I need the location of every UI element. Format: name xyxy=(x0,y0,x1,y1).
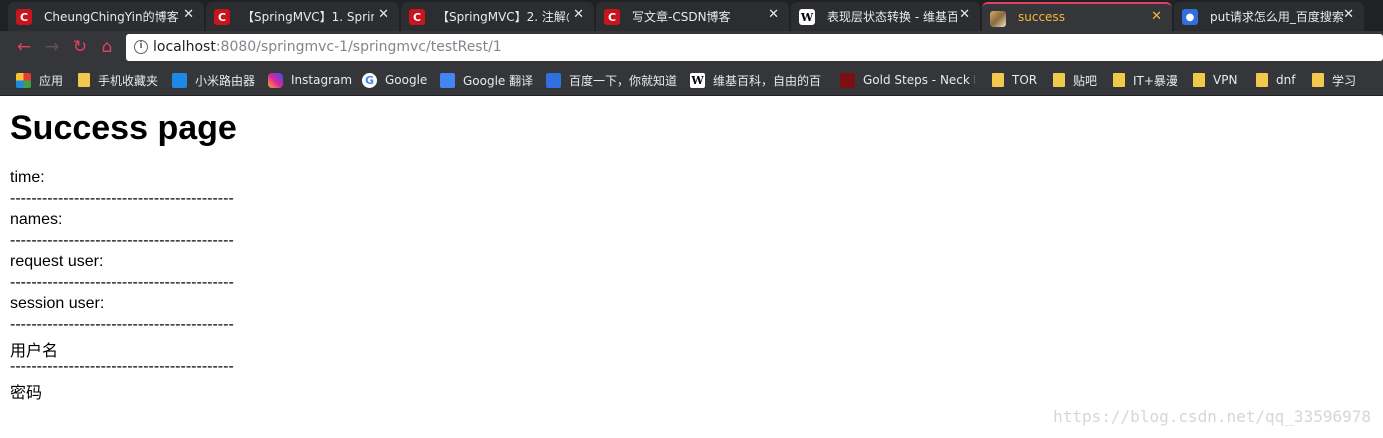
bookmarks-bar: 应用 手机收藏夹 小米路由器 Instagram G Google Google… xyxy=(0,63,1383,96)
info-icon[interactable]: i xyxy=(134,40,148,54)
gold-steps-icon xyxy=(840,72,855,88)
bookmark-wikipedia[interactable]: W 维基百科，自由的百 xyxy=(690,71,821,89)
divider-line: ----------------------------------------… xyxy=(10,232,234,249)
close-icon[interactable]: ✕ xyxy=(959,7,970,22)
bookmark-label: IT+暴漫 xyxy=(1133,73,1178,88)
folder-icon xyxy=(1193,73,1205,87)
bookmark-gold-steps[interactable]: Gold Steps - Neck D xyxy=(840,71,975,89)
bookmark-baidu[interactable]: 百度一下，你就知道 xyxy=(546,71,677,89)
bookmark-label: Instagram xyxy=(291,73,353,87)
close-icon[interactable]: ✕ xyxy=(1343,7,1354,22)
folder-icon xyxy=(1256,73,1268,87)
address-bar[interactable]: i localhost:8080/springmvc-1/springmvc/t… xyxy=(126,34,1383,61)
bookmark-apps[interactable]: 应用 xyxy=(16,71,63,89)
bookmark-study-folder[interactable]: 学习 xyxy=(1312,71,1356,89)
bookmark-label: 小米路由器 xyxy=(195,73,256,88)
csdn-icon: C xyxy=(16,9,32,25)
bookmark-label: dnf xyxy=(1276,73,1296,87)
tab-csdn-write[interactable]: C 写文章-CSDN博客 ✕ xyxy=(596,2,789,31)
url-path: :8080/springmvc-1/springmvc/testRest/1 xyxy=(215,39,502,55)
bookmark-google[interactable]: G Google xyxy=(362,71,427,89)
image-icon xyxy=(990,11,1006,27)
bookmark-instagram[interactable]: Instagram xyxy=(268,71,352,89)
folder-icon xyxy=(78,73,90,87)
bookmark-tieba-folder[interactable]: 贴吧 xyxy=(1053,71,1097,89)
home-icon[interactable]: ⌂ xyxy=(97,37,117,57)
tab-title: CheungChingYin的博客 xyxy=(44,10,179,24)
browser-toolbar: ← → ↻ ⌂ i localhost:8080/springmvc-1/spr… xyxy=(0,31,1383,63)
bookmark-label: Google 翻译 xyxy=(463,73,534,88)
folder-icon xyxy=(992,73,1004,87)
baidu-icon xyxy=(546,72,561,88)
google-icon: G xyxy=(362,72,377,88)
tab-title: put请求怎么用_百度搜索 xyxy=(1210,10,1344,24)
bookmark-xiaomi-router[interactable]: 小米路由器 xyxy=(172,71,255,89)
csdn-icon: C xyxy=(409,9,425,25)
watermark-text: https://blog.csdn.net/qq_33596978 xyxy=(1053,407,1371,426)
instagram-icon xyxy=(268,72,283,88)
bookmark-label: 手机收藏夹 xyxy=(98,73,159,88)
divider-line: ----------------------------------------… xyxy=(10,274,234,291)
tab-springmvc-1[interactable]: C 【SpringMVC】1. Spring ✕ xyxy=(206,2,399,31)
bookmark-dnf-folder[interactable]: dnf xyxy=(1256,71,1295,89)
folder-icon xyxy=(1053,73,1065,87)
close-icon[interactable]: ✕ xyxy=(573,7,584,22)
csdn-icon: C xyxy=(214,9,230,25)
close-icon[interactable]: ✕ xyxy=(768,7,779,22)
wifi-icon xyxy=(172,72,187,88)
tab-title: 写文章-CSDN博客 xyxy=(632,10,731,24)
google-translate-icon xyxy=(440,72,455,88)
tab-success[interactable]: success ✕ xyxy=(982,2,1172,31)
back-arrow-icon[interactable]: ← xyxy=(14,37,34,57)
bookmark-label: 百度一下，你就知道 xyxy=(569,73,678,88)
bookmark-google-translate[interactable]: Google 翻译 xyxy=(440,71,533,89)
folder-icon xyxy=(1312,73,1324,87)
bookmark-mobile-folder[interactable]: 手机收藏夹 xyxy=(78,71,158,89)
bookmark-it-folder[interactable]: IT+暴漫 xyxy=(1113,71,1178,89)
password-label: 密码 xyxy=(10,385,43,402)
tab-wikipedia-rest[interactable]: W 表现层状态转换 - 维基百 ✕ xyxy=(791,2,980,31)
bookmark-label: 学习 xyxy=(1332,73,1357,88)
reload-icon[interactable]: ↻ xyxy=(70,37,90,57)
divider-line: ----------------------------------------… xyxy=(10,316,234,333)
bookmark-tor-folder[interactable]: TOR xyxy=(992,71,1037,89)
url-host: localhost xyxy=(153,39,216,55)
page-content: Success page time: ---------------------… xyxy=(0,97,1383,438)
bookmark-label: TOR xyxy=(1012,73,1038,87)
time-label: time: xyxy=(10,169,45,186)
bookmark-vpn-folder[interactable]: VPN xyxy=(1193,71,1237,89)
close-icon[interactable]: ✕ xyxy=(183,7,194,22)
tab-title: 【SpringMVC】1. Spring xyxy=(242,10,374,24)
wikipedia-icon: W xyxy=(690,72,705,88)
bookmark-label: Gold Steps - Neck D xyxy=(863,73,975,87)
tab-cheungchingyin[interactable]: C CheungChingYin的博客 ✕ xyxy=(8,2,204,31)
divider-line: ----------------------------------------… xyxy=(10,358,234,375)
bookmark-label: VPN xyxy=(1213,73,1238,87)
tab-title: 【SpringMVC】2. 注解@ xyxy=(437,10,569,24)
csdn-icon: C xyxy=(604,9,620,25)
apps-icon xyxy=(16,72,31,88)
names-label: names: xyxy=(10,211,63,228)
divider-line: ----------------------------------------… xyxy=(10,190,234,207)
tab-baidu-put[interactable]: ● put请求怎么用_百度搜索 ✕ xyxy=(1174,2,1364,31)
forward-arrow-icon[interactable]: → xyxy=(42,37,62,57)
request-user-label: request user: xyxy=(10,253,104,270)
tab-title: success xyxy=(1018,10,1065,24)
baidu-icon: ● xyxy=(1182,9,1198,25)
bookmark-label: Google xyxy=(385,73,428,87)
tab-springmvc-2[interactable]: C 【SpringMVC】2. 注解@ ✕ xyxy=(401,2,594,31)
close-icon[interactable]: ✕ xyxy=(1151,9,1162,24)
tab-title: 表现层状态转换 - 维基百 xyxy=(827,10,957,24)
bookmark-label: 维基百科，自由的百 xyxy=(713,73,822,88)
session-user-label: session user: xyxy=(10,295,105,312)
bookmark-label: 应用 xyxy=(39,73,64,88)
page-heading: Success page xyxy=(10,109,237,147)
wikipedia-icon: W xyxy=(799,9,815,25)
folder-icon xyxy=(1113,73,1125,87)
url-text[interactable]: localhost:8080/springmvc-1/springmvc/tes… xyxy=(153,39,502,55)
close-icon[interactable]: ✕ xyxy=(378,7,389,22)
tab-strip: C CheungChingYin的博客 ✕ C 【SpringMVC】1. Sp… xyxy=(0,0,1383,31)
bookmark-label: 贴吧 xyxy=(1073,73,1098,88)
